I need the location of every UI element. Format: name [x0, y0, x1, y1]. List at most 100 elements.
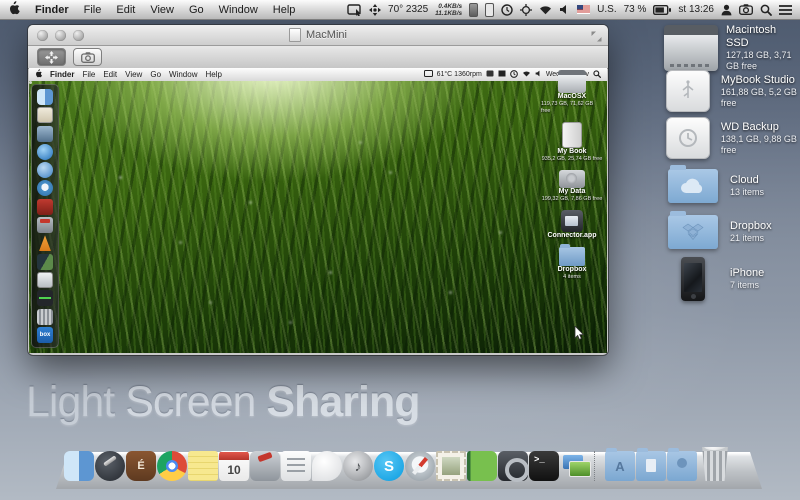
- network-speed-status[interactable]: 0.4KB/s 11.1KB/s: [435, 3, 462, 17]
- minimize-button[interactable]: [55, 30, 66, 41]
- remote-dock-box-icon[interactable]: box: [37, 327, 53, 343]
- spotlight-icon[interactable]: [760, 4, 772, 16]
- dock-user-folder[interactable]: [667, 451, 697, 481]
- menu-help[interactable]: Help: [273, 4, 296, 16]
- remote-dock-remote-desktop-icon[interactable]: [37, 126, 53, 142]
- remote-menu-view[interactable]: View: [125, 70, 142, 79]
- remote-menu-finder[interactable]: Finder: [50, 70, 74, 79]
- dock-messages-icon[interactable]: [312, 451, 342, 481]
- sync-status-icon[interactable]: [369, 4, 381, 16]
- dock-notes-icon[interactable]: [188, 451, 218, 481]
- menu-view[interactable]: View: [150, 4, 174, 16]
- menu-edit[interactable]: Edit: [116, 4, 135, 16]
- remote-icon-macosx[interactable]: MacOSX 119,73 GB, 71,62 GB free: [541, 70, 603, 115]
- device-battery-icon-1[interactable]: [469, 3, 478, 17]
- dock-itunes-icon[interactable]: ♪: [343, 451, 373, 481]
- remote-dock-app-sphere-icon[interactable]: [37, 162, 53, 178]
- wifi-icon[interactable]: [539, 4, 552, 15]
- locate-crosshair-icon[interactable]: [520, 4, 532, 16]
- remote-keyboard-icon[interactable]: [486, 70, 494, 79]
- host-menus: Finder File Edit View Go Window Help: [8, 1, 295, 18]
- fullscreen-button[interactable]: [37, 48, 66, 66]
- dock-applications-folder[interactable]: A: [605, 451, 635, 481]
- window-titlebar[interactable]: MacMini: [28, 25, 608, 46]
- input-source-label[interactable]: U.S.: [597, 4, 616, 15]
- apple-menu-icon[interactable]: [8, 1, 20, 18]
- remote-display-icon[interactable]: [424, 70, 433, 79]
- remote-dock-itunes-icon[interactable]: [37, 144, 53, 160]
- zoom-button[interactable]: [73, 30, 84, 41]
- desktop-icon-macintosh-ssd[interactable]: Macintosh SSD 127,18 GB, 3,71 GB free: [664, 24, 800, 72]
- camera-status-icon[interactable]: [739, 4, 753, 15]
- dock-gear-icon[interactable]: [498, 451, 528, 481]
- remote-temp-fan-status[interactable]: 61°C 1360rpm: [437, 71, 482, 78]
- battery-percent-label[interactable]: 73 %: [624, 4, 647, 15]
- dock-finder-icon[interactable]: [64, 451, 94, 481]
- screen-sharing-status-icon[interactable]: [347, 4, 362, 16]
- proxy-document-icon: [289, 28, 301, 42]
- dock-installer-icon[interactable]: [250, 451, 280, 481]
- desktop-icon-mybook-studio[interactable]: MyBook Studio 161,88 GB, 5,2 GB free: [664, 70, 800, 112]
- capture-screen-button[interactable]: [73, 48, 102, 66]
- resize-corner-icon[interactable]: [591, 29, 602, 47]
- remote-clock-icon[interactable]: [510, 70, 518, 80]
- remote-dock-activity-monitor-icon[interactable]: [37, 290, 53, 306]
- battery-icon[interactable]: [653, 5, 671, 15]
- time-machine-icon[interactable]: [501, 4, 513, 16]
- dock-chrome-icon[interactable]: [157, 451, 187, 481]
- dock-trash-icon[interactable]: [698, 447, 732, 481]
- remote-menu-edit[interactable]: Edit: [103, 70, 117, 79]
- menubar-clock[interactable]: st 13:26: [678, 4, 714, 15]
- remote-menu-go[interactable]: Go: [150, 70, 161, 79]
- remote-dock-front-row-icon[interactable]: [37, 199, 53, 215]
- input-flag-icon[interactable]: [577, 5, 590, 14]
- folder-icon: [559, 247, 585, 266]
- remote-apple-menu-icon[interactable]: [35, 69, 42, 80]
- dock-terminal-icon[interactable]: >_: [529, 451, 559, 481]
- remote-dock-vlc-icon[interactable]: [37, 235, 53, 251]
- remote-wifi-icon[interactable]: [522, 70, 531, 79]
- remote-desktop-view[interactable]: Finder File Edit View Go Window Help 61°…: [29, 68, 607, 353]
- menu-file[interactable]: File: [84, 4, 102, 16]
- dock-espresso-icon[interactable]: É: [126, 451, 156, 481]
- remote-screens-icon[interactable]: [498, 70, 506, 79]
- dock-notebook-icon[interactable]: [467, 451, 497, 481]
- dock-safari-icon[interactable]: [405, 451, 435, 481]
- dock-rocket-icon[interactable]: [95, 451, 125, 481]
- remote-icon-my-book[interactable]: My Book 935,2 GB, 25,74 GB free: [542, 122, 603, 163]
- remote-icon-label: Connector.app: [547, 232, 596, 240]
- remote-dock-photos-icon[interactable]: [37, 254, 53, 270]
- desktop-icon-cloud[interactable]: Cloud 13 items: [664, 169, 764, 203]
- remote-dock-safari-icon[interactable]: [37, 180, 53, 196]
- dock-tasks-icon[interactable]: [281, 451, 311, 481]
- dock-screen-sharing-icon[interactable]: [560, 451, 590, 481]
- dock-calendar-icon[interactable]: 10: [219, 451, 249, 481]
- volume-icon[interactable]: [559, 4, 570, 15]
- remote-icon-dropbox[interactable]: Dropbox 4 items: [558, 247, 587, 281]
- device-battery-icon-2[interactable]: [485, 3, 494, 17]
- dock-mail-icon[interactable]: [436, 451, 466, 481]
- fast-user-switch-icon[interactable]: [721, 4, 732, 16]
- icon-info: 21 items: [730, 233, 772, 244]
- list-menu-icon[interactable]: [779, 5, 792, 15]
- remote-dock-toolbox-icon[interactable]: [37, 217, 53, 233]
- remote-dock-finder-icon[interactable]: [37, 89, 53, 105]
- remote-dock-camera-icon[interactable]: [37, 272, 53, 288]
- remote-menu-help[interactable]: Help: [205, 70, 221, 79]
- temperature-fan-status[interactable]: 70° 2325: [388, 4, 428, 15]
- desktop-icon-dropbox[interactable]: Dropbox 21 items: [664, 215, 772, 249]
- dock-documents-folder[interactable]: [636, 451, 666, 481]
- remote-dock-stack-icon[interactable]: [37, 309, 53, 325]
- dock-skype-icon[interactable]: S: [374, 451, 404, 481]
- remote-menu-file[interactable]: File: [82, 70, 95, 79]
- remote-dock-mail-icon[interactable]: [37, 107, 53, 123]
- desktop-icon-wd-backup[interactable]: WD Backup 138,1 GB, 9,88 GB free: [664, 117, 800, 159]
- desktop-icon-iphone[interactable]: iPhone 7 items: [664, 257, 764, 301]
- remote-menu-window[interactable]: Window: [169, 70, 197, 79]
- remote-icon-connector-app[interactable]: Connector.app: [547, 210, 596, 240]
- close-button[interactable]: [37, 30, 48, 41]
- remote-icon-my-data[interactable]: My Data 199,32 GB, 7,86 GB free: [542, 170, 603, 203]
- menu-go[interactable]: Go: [189, 4, 204, 16]
- menu-finder[interactable]: Finder: [35, 4, 69, 16]
- menu-window[interactable]: Window: [219, 4, 258, 16]
